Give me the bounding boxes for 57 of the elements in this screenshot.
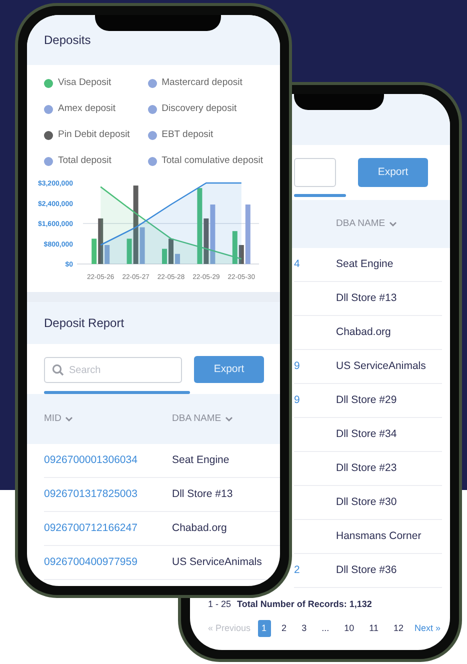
legend-label: Total comulative deposit	[162, 154, 263, 168]
table-cell[interactable]: 4	[294, 258, 300, 270]
legend-label: Mastercard deposit	[162, 76, 242, 90]
table-cell-text: Chabad.org	[172, 520, 227, 536]
column-header[interactable]: DBA NAME	[336, 216, 386, 232]
table-cell-text: Dll Store #13	[336, 290, 397, 306]
export-button[interactable]: Export	[194, 356, 264, 383]
card-title: Deposits	[44, 32, 91, 49]
table-cell-text: Hansmans Corner	[336, 528, 422, 544]
table-cell[interactable]: 9	[294, 394, 300, 406]
page-link[interactable]: 1	[258, 620, 271, 637]
table-cell[interactable]: 9	[294, 360, 300, 372]
table-cell-text: Dll Store #34	[336, 426, 397, 442]
table-cell[interactable]: 0926700001306034	[44, 452, 172, 468]
bar	[175, 254, 180, 264]
page-link[interactable]: 10	[340, 620, 358, 637]
record-total: Total Number of Records: 1,132	[237, 598, 372, 611]
table-cell-text: Dll Store #23	[336, 460, 397, 476]
chevron-down-icon	[65, 416, 74, 422]
legend-label: Discovery deposit	[162, 102, 237, 116]
table-cell[interactable]: 0926700712166247	[44, 520, 172, 536]
table-cell-text: Chabad.org	[336, 324, 391, 340]
bar	[162, 248, 167, 264]
legend-label: Total deposit	[58, 154, 112, 168]
table-cell[interactable]: 2	[294, 564, 300, 576]
table-cell-text: US ServiceAnimals	[172, 554, 262, 570]
legend-label: EBT deposit	[162, 128, 214, 142]
table-cell-text: Dll Store #36	[336, 562, 397, 578]
table-cell-text: Seat Engine	[336, 256, 394, 272]
table-cell-text: Dll Store #30	[336, 494, 397, 510]
record-range: 1 - 25	[208, 598, 232, 611]
table-cell-text: US ServiceAnimals	[336, 358, 426, 374]
export-button[interactable]: Export	[358, 158, 428, 187]
table-cell-text: Seat Engine	[172, 452, 230, 468]
search-icon	[52, 364, 64, 376]
search-field[interactable]	[294, 158, 336, 187]
page-link[interactable]: 11	[365, 620, 382, 637]
legend-label: Pin Debit deposit	[58, 128, 130, 142]
page-link[interactable]: 2	[278, 620, 291, 637]
next-link[interactable]: Next »	[414, 622, 440, 635]
page-link[interactable]: 12	[389, 620, 408, 637]
chevron-down-icon	[225, 416, 234, 422]
legend-label: Amex deposit	[58, 102, 116, 116]
table-cell[interactable]: 0926700400977959	[44, 554, 172, 570]
table-cell[interactable]: 0926701317825003	[44, 486, 172, 502]
tab-underline	[294, 194, 346, 197]
search-field[interactable]: Search	[44, 357, 182, 383]
table-cell-text: Dll Store #13	[172, 486, 233, 502]
column-header[interactable]: DBA NAME	[172, 412, 222, 426]
table-cell-text: Dll Store #29	[336, 392, 397, 408]
legend-label: Visa Deposit	[58, 76, 112, 90]
chevron-down-icon	[389, 221, 398, 227]
page-link[interactable]: 3	[298, 620, 311, 637]
card-title: Deposit Report	[44, 315, 124, 332]
column-header[interactable]: MID	[44, 412, 62, 426]
bar	[168, 238, 174, 264]
page-link[interactable]: ...	[318, 620, 334, 637]
